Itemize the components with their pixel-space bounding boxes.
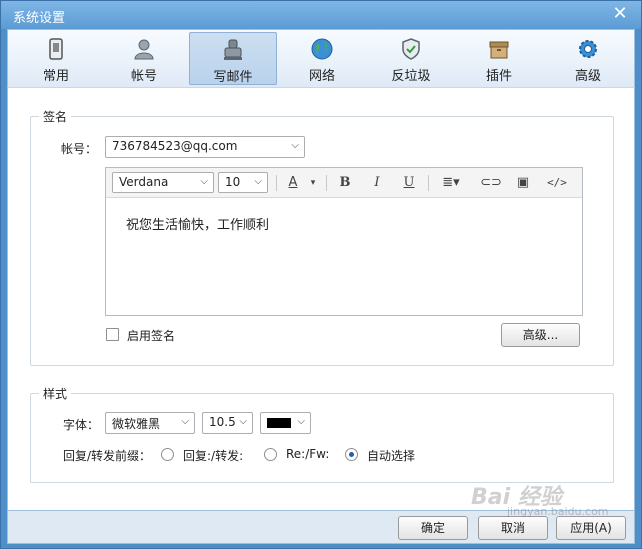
source-code-icon[interactable]: </> [546,173,568,193]
chevron-down-icon: ⌵ [297,416,305,427]
font-family-value: Verdana [119,175,169,189]
tab-plugin[interactable]: 插件 [455,32,543,85]
general-icon [49,38,63,60]
prefix-option-auto-radio[interactable] [345,448,358,461]
align-icon[interactable]: ≣▾ [436,173,466,193]
plugin-icon [489,41,509,59]
bold-button[interactable]: B [334,173,356,193]
link-icon[interactable]: ⊂⊃ [480,173,502,193]
style-font-value: 微软雅黑 [112,417,161,431]
tab-anti-spam-label: 反垃圾 [391,69,431,84]
account-icon [134,39,154,60]
prefix-option-auto-label: 自动选择 [367,449,416,463]
advanced-icon [579,40,597,58]
font-size-value: 10 [225,175,241,189]
font-family-select[interactable]: Verdana ⌵ [112,172,214,193]
font-label: 字体： [63,418,100,432]
style-size-value: 10.5 [209,415,236,429]
anti-spam-icon [402,38,420,60]
prefix-option-re-fw-radio[interactable] [264,448,277,461]
signature-advanced-button[interactable]: 高级... [501,323,580,347]
separator [326,175,327,191]
tab-network[interactable]: 网络 [278,32,366,85]
tab-advanced-label: 高级 [574,69,601,84]
tab-general[interactable]: 常用 [12,32,100,85]
account-select[interactable]: 736784523@qq.com ⌵ [105,136,305,158]
italic-button[interactable]: I [366,173,388,193]
separator [276,175,277,191]
font-size-select[interactable]: 10 ⌵ [218,172,268,193]
baidu-watermark-url: jingyan.baidu.com [507,505,609,518]
chevron-down-icon: ⌵ [200,176,208,187]
style-group-title: 样式 [39,385,72,402]
network-icon [311,38,333,60]
font-color-icon[interactable]: A [282,173,304,193]
tab-general-label: 常用 [42,69,69,84]
style-size-select[interactable]: 10.5 ⌵ [202,412,253,434]
tab-advanced[interactable]: 高级 [544,32,632,85]
enable-signature-checkbox[interactable] [106,328,119,341]
style-font-select[interactable]: 微软雅黑 ⌵ [105,412,195,434]
enable-signature-label: 启用签名 [127,329,176,343]
account-select-value: 736784523@qq.com [112,139,238,153]
compose-icon [224,39,242,60]
account-label: 帐号： [61,142,98,156]
prefix-option-reply-forward-radio[interactable] [161,448,174,461]
prefix-option-reply-forward-label: 回复:/转发: [183,449,244,463]
settings-window: 系统设置 ✕ 常用 帐号 写邮件 网络 反垃圾 插件 高级 签名 帐号： 736… [0,0,642,549]
ok-button[interactable]: 确定 [398,516,468,540]
signature-text[interactable]: 祝您生活愉快，工作顺利 [126,214,269,233]
prefix-option-re-fw-label: Re:/Fw: [286,447,330,461]
tab-compose-label: 写邮件 [213,70,253,85]
tab-plugin-label: 插件 [485,69,512,84]
image-icon[interactable]: ▣ [512,173,534,193]
tab-anti-spam[interactable]: 反垃圾 [367,32,455,85]
underline-button[interactable]: U [398,173,420,193]
editor-toolbar: Verdana ⌵ 10 ⌵ A ▾ B I U ≣▾ ⊂⊃ ▣ </> [106,168,582,198]
title-bar: 系统设置 ✕ [1,1,641,29]
font-color-dropdown-icon[interactable]: ▾ [302,173,324,193]
separator [428,175,429,191]
prefix-label: 回复/转发前缀： [63,449,152,463]
style-group: 样式 字体： 微软雅黑 ⌵ 10.5 ⌵ ⌵ 回复/转发前缀： 回复:/转发: … [30,385,614,483]
chevron-down-icon: ⌵ [254,176,262,187]
chevron-down-icon: ⌵ [291,140,299,151]
apply-button[interactable]: 应用(A) [556,516,626,540]
color-swatch [267,418,291,428]
signature-editor: Verdana ⌵ 10 ⌵ A ▾ B I U ≣▾ ⊂⊃ ▣ </> 祝您生… [105,167,583,316]
style-color-select[interactable]: ⌵ [260,412,311,434]
chevron-down-icon: ⌵ [181,416,189,427]
signature-group: 签名 帐号： 736784523@qq.com ⌵ Verdana ⌵ 10 ⌵ [30,108,614,366]
close-icon[interactable]: ✕ [611,5,629,23]
window-title: 系统设置 [13,11,66,26]
tab-compose[interactable]: 写邮件 [189,32,277,85]
settings-panel: 签名 帐号： 736784523@qq.com ⌵ Verdana ⌵ 10 ⌵ [7,87,635,511]
settings-toolbar: 常用 帐号 写邮件 网络 反垃圾 插件 高级 [7,29,635,87]
cancel-button[interactable]: 取消 [478,516,548,540]
chevron-down-icon: ⌵ [239,416,247,427]
tab-account-label: 帐号 [130,69,157,84]
tab-network-label: 网络 [308,69,335,84]
signature-group-title: 签名 [39,108,72,125]
tab-account[interactable]: 帐号 [100,32,188,85]
